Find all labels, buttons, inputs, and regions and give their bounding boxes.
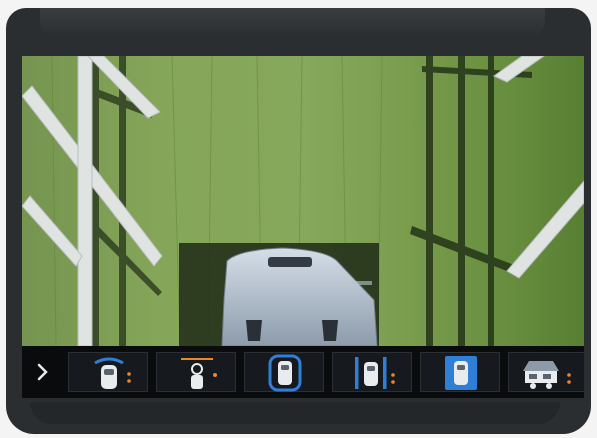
view-button-side[interactable]	[332, 352, 412, 392]
bezel-bottom-frame	[30, 402, 560, 424]
top-down-view-icon	[445, 356, 477, 390]
camera-view	[22, 56, 584, 346]
side-view-icon	[355, 357, 395, 389]
view-button-front-top[interactable]	[68, 352, 148, 392]
front-bird-view-icon	[181, 358, 217, 389]
view-button-top-down[interactable]	[420, 352, 500, 392]
bezel-top-frame	[40, 8, 545, 38]
view-button-trailer[interactable]	[508, 352, 584, 392]
front-top-view-icon	[94, 357, 131, 389]
view-button-front-bird[interactable]	[156, 352, 236, 392]
camera-view-toolbar	[22, 346, 584, 398]
camera-feed-image	[22, 56, 584, 346]
expand-menu-button[interactable]	[26, 352, 60, 392]
chevron-right-icon	[37, 363, 48, 381]
trailer-view-icon	[523, 361, 571, 389]
view-button-surround[interactable]	[244, 352, 324, 392]
surround-view-icon	[268, 354, 302, 392]
display-screen	[22, 56, 584, 398]
